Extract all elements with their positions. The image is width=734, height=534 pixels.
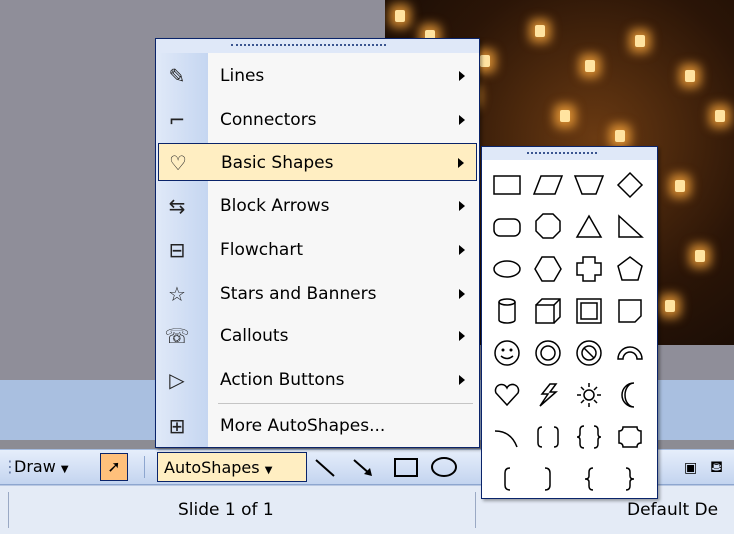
basic-shapes-icon: ♡ bbox=[169, 151, 187, 175]
shape-octagon[interactable] bbox=[528, 207, 568, 247]
menu-item-label: More AutoShapes... bbox=[220, 416, 386, 436]
flowchart-icon: ⊟ bbox=[168, 238, 186, 262]
oval-tool-button[interactable] bbox=[430, 454, 460, 480]
shape-smiley-face[interactable] bbox=[487, 333, 527, 373]
shape-right-brace[interactable] bbox=[610, 459, 650, 499]
menu-item-label: Connectors bbox=[220, 110, 317, 130]
shape-rectangle[interactable] bbox=[487, 165, 527, 205]
menu-item-action-buttons[interactable]: ▷ Action Buttons bbox=[158, 361, 477, 399]
connectors-icon: ⌐ bbox=[168, 108, 186, 132]
shape-lightning-bolt[interactable] bbox=[528, 375, 568, 415]
autoshapes-label: AutoShapes bbox=[164, 458, 260, 477]
shape-heart[interactable] bbox=[487, 375, 527, 415]
submenu-arrow-icon bbox=[459, 289, 465, 299]
rectangle-tool-icon bbox=[394, 458, 418, 477]
autoshapes-menu-button[interactable]: AutoShapes ▼ bbox=[157, 452, 307, 482]
shape-triangle[interactable] bbox=[569, 207, 609, 247]
block-arrows-icon: ⇆ bbox=[168, 194, 186, 218]
toolbar-separator bbox=[144, 456, 145, 478]
shape-folded-corner[interactable] bbox=[610, 291, 650, 331]
shape-double-bracket[interactable] bbox=[528, 417, 568, 457]
menu-item-label: Callouts bbox=[220, 326, 289, 346]
shape-right-triangle[interactable] bbox=[610, 207, 650, 247]
select-objects-button[interactable]: ➚ bbox=[100, 453, 128, 481]
draw-menu-button[interactable]: Draw ▼ bbox=[14, 454, 80, 480]
shape-hexagon[interactable] bbox=[528, 249, 568, 289]
submenu-arrow-icon bbox=[459, 331, 465, 341]
arrow-tool-button[interactable] bbox=[350, 454, 378, 480]
shape-left-brace[interactable] bbox=[569, 459, 609, 499]
menu-item-stars-and-banners[interactable]: ☆ Stars and Banners bbox=[158, 275, 477, 313]
menu-item-block-arrows[interactable]: ⇆ Block Arrows bbox=[158, 187, 477, 225]
shape-cube[interactable] bbox=[528, 291, 568, 331]
shape-sun[interactable] bbox=[569, 375, 609, 415]
status-separator bbox=[475, 492, 476, 528]
submenu-arrow-icon bbox=[459, 115, 465, 125]
submenu-arrow-icon bbox=[458, 158, 464, 168]
menu-item-lines[interactable]: ✎ Lines bbox=[158, 57, 477, 95]
shape-bevel[interactable] bbox=[569, 291, 609, 331]
rectangle-tool-button[interactable] bbox=[392, 454, 422, 480]
pointer-icon: ➚ bbox=[107, 457, 121, 476]
shape-can[interactable] bbox=[487, 291, 527, 331]
shape-double-brace[interactable] bbox=[569, 417, 609, 457]
menu-item-flowchart[interactable]: ⊟ Flowchart bbox=[158, 231, 477, 269]
insert-picture-button[interactable]: ▣ bbox=[684, 454, 704, 480]
basic-shapes-palette bbox=[481, 146, 658, 499]
menu-item-label: Stars and Banners bbox=[220, 284, 377, 304]
line-tool-icon bbox=[315, 459, 335, 477]
line-tool-button[interactable] bbox=[312, 454, 340, 480]
menu-item-basic-shapes[interactable]: ♡ Basic Shapes bbox=[158, 143, 477, 181]
dropdown-arrow-icon: ▼ bbox=[264, 465, 273, 476]
menu-item-label: Flowchart bbox=[220, 240, 303, 260]
submenu-arrow-icon bbox=[459, 245, 465, 255]
shape-parallelogram[interactable] bbox=[528, 165, 568, 205]
menu-item-label: Basic Shapes bbox=[221, 153, 334, 173]
autoshapes-menu: ✎ Lines ⌐ Connectors ♡ Basic Shapes ⇆ Bl… bbox=[155, 38, 480, 448]
menu-item-callouts[interactable]: ☏ Callouts bbox=[158, 317, 477, 355]
draw-label: Draw bbox=[14, 457, 56, 476]
menu-item-label: Block Arrows bbox=[220, 196, 330, 216]
menu-item-more-autoshapes[interactable]: ⊞ More AutoShapes... bbox=[158, 407, 477, 445]
submenu-arrow-icon bbox=[459, 375, 465, 385]
menu-drag-grip[interactable] bbox=[156, 39, 479, 53]
arrow-tool-icon bbox=[353, 459, 372, 476]
shape-moon[interactable] bbox=[610, 375, 650, 415]
shape-rounded-rectangle[interactable] bbox=[487, 207, 527, 247]
palette-drag-grip[interactable] bbox=[482, 147, 657, 160]
more-autoshapes-icon: ⊞ bbox=[168, 414, 186, 438]
shape-left-bracket[interactable] bbox=[487, 459, 527, 499]
menu-separator bbox=[218, 403, 473, 404]
status-separator bbox=[8, 492, 9, 528]
shape-oval[interactable] bbox=[487, 249, 527, 289]
dropdown-arrow-icon: ▼ bbox=[60, 464, 69, 475]
oval-tool-icon bbox=[431, 457, 457, 477]
shape-plaque[interactable] bbox=[610, 417, 650, 457]
shape-donut[interactable] bbox=[528, 333, 568, 373]
shape-pentagon[interactable] bbox=[610, 249, 650, 289]
shape-no-symbol[interactable] bbox=[569, 333, 609, 373]
shape-trapezoid[interactable] bbox=[569, 165, 609, 205]
menu-item-label: Lines bbox=[220, 66, 265, 86]
fill-color-button[interactable]: ⛾ bbox=[710, 454, 734, 480]
submenu-arrow-icon bbox=[459, 201, 465, 211]
submenu-arrow-icon bbox=[459, 71, 465, 81]
shape-right-bracket[interactable] bbox=[528, 459, 568, 499]
shape-cross[interactable] bbox=[569, 249, 609, 289]
menu-item-connectors[interactable]: ⌐ Connectors bbox=[158, 101, 477, 139]
lines-icon: ✎ bbox=[168, 64, 186, 88]
action-buttons-icon: ▷ bbox=[169, 368, 185, 392]
callouts-icon: ☏ bbox=[164, 324, 190, 348]
slide-count-status: Slide 1 of 1 bbox=[178, 500, 274, 520]
shape-arc[interactable] bbox=[487, 417, 527, 457]
shape-block-arc[interactable] bbox=[610, 333, 650, 373]
menu-item-label: Action Buttons bbox=[220, 370, 345, 390]
picture-icon: ▣ bbox=[684, 460, 698, 476]
paint-bucket-icon: ⛾ bbox=[710, 457, 724, 476]
stars-banners-icon: ☆ bbox=[168, 282, 186, 306]
shape-diamond[interactable] bbox=[610, 165, 650, 205]
